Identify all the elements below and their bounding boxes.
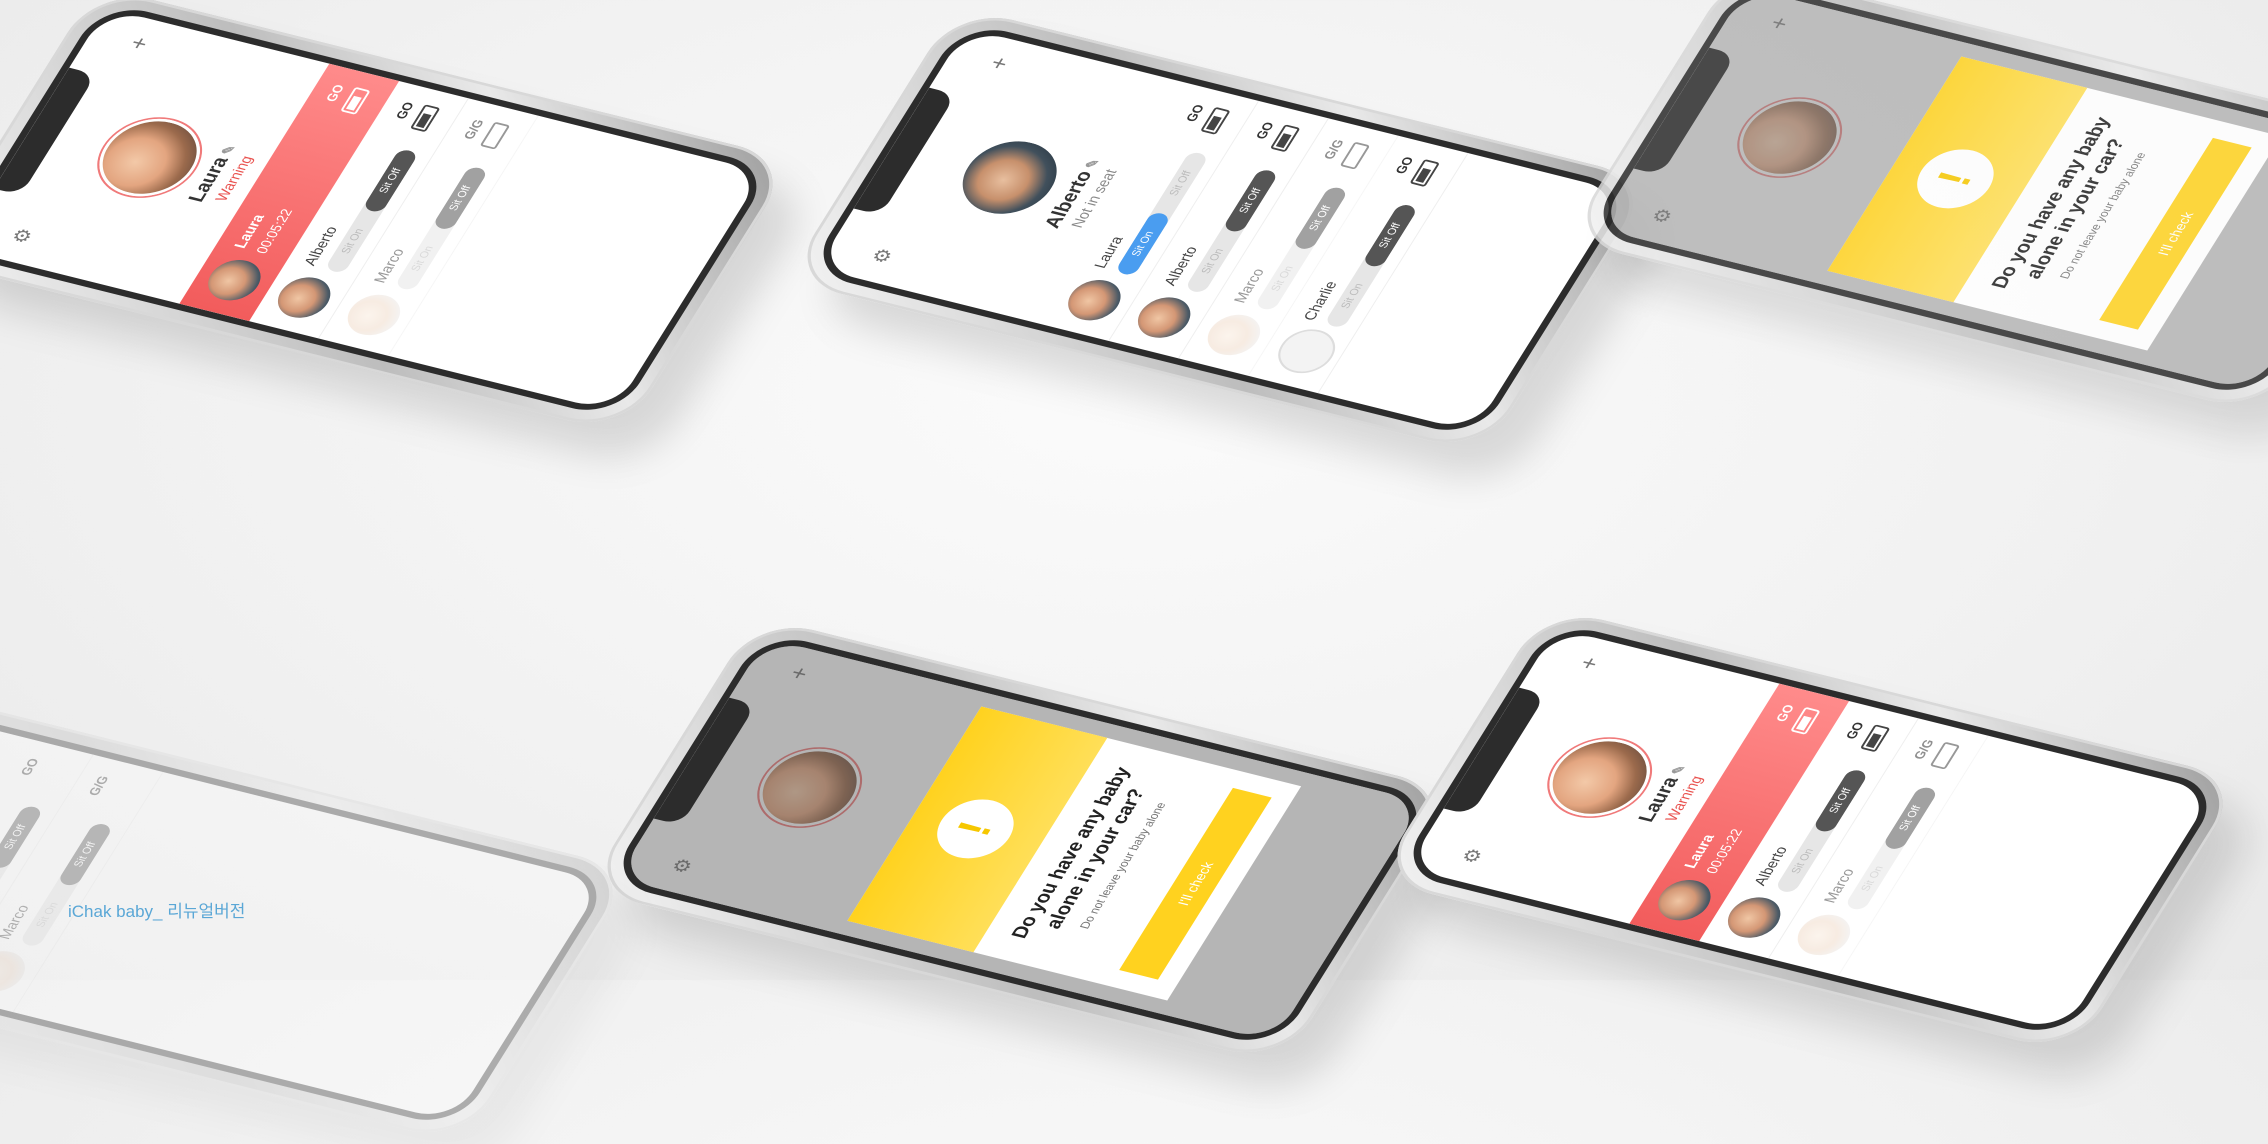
phone-screen: ⚙ + Laura✎ Warning Laura 00:05:22 GO Alb… <box>0 0 774 420</box>
signal-label: GO <box>392 100 418 121</box>
mockup-scene: ⚙ + Laura✎ Warning Laura 00:05:22 GO Alb… <box>0 0 2268 1144</box>
phone-screen: ⚙ + Laura✎ Warning Laura 00:05:22 GO Alb… <box>1396 620 2224 1040</box>
phone-modal-top-right: ⚙ + ! Do you have any baby alone in your… <box>1565 0 2268 414</box>
plus-icon[interactable]: + <box>123 34 157 52</box>
avatar <box>338 289 410 341</box>
warning-badge-icon: ! <box>923 792 1027 866</box>
phone-screen: ⚙ + ! Do you have any baby alone in your… <box>606 630 1434 1050</box>
sit-off-label: Sit Off <box>56 821 114 888</box>
avatar <box>1718 892 1790 943</box>
gear-icon[interactable]: ⚙ <box>1456 846 1489 866</box>
caption: iChak baby_ 리뉴얼버전 <box>68 902 246 921</box>
warning-badge-icon: ! <box>1903 142 2007 216</box>
avatar <box>1059 275 1130 326</box>
pen-icon[interactable]: ✎ <box>218 143 239 156</box>
signal-label: GO <box>322 83 348 104</box>
phone-laura-bottom-right: ⚙ + Laura✎ Warning Laura 00:05:22 GO Alb… <box>1375 606 2245 1054</box>
signal-label: GO <box>1252 120 1278 141</box>
avatar <box>0 946 35 997</box>
gear-icon[interactable]: ⚙ <box>6 226 39 246</box>
signal-label: G/G <box>460 117 487 141</box>
avatar <box>268 272 340 323</box>
gear-icon[interactable]: ⚙ <box>866 246 899 266</box>
sit-off-label: Sit Off <box>431 165 489 231</box>
signal-label: G/G <box>85 774 112 798</box>
signal-label: GO <box>1772 703 1798 724</box>
phone-modal-bottom-center: ⚙ + ! Do you have any baby alone in your… <box>585 616 1455 1064</box>
avatar <box>1128 292 1200 343</box>
sit-off-label: Sit Off <box>1361 203 1419 269</box>
phone-alberto-top-center: ⚙ + Alberto✎ Not in seat Laura Sit On Sit… <box>785 6 1655 454</box>
signal-label: GO <box>17 756 43 777</box>
seat-list: Alberto Sit OnSit Off GO Marco Sit OnSit… <box>0 737 164 1013</box>
phone-laura-top-left: ⚙ + Laura✎ Warning Laura 00:05:22 GO Alb… <box>0 0 795 434</box>
plus-icon[interactable]: + <box>983 54 1017 72</box>
avatar <box>199 255 270 306</box>
signal-label: GO <box>1182 103 1208 124</box>
pen-icon[interactable]: ✎ <box>1082 157 1103 170</box>
signal-label: GO <box>1842 720 1868 741</box>
avatar <box>1198 309 1270 361</box>
avatar <box>1649 875 1720 926</box>
avatar <box>1788 909 1860 961</box>
signal-label: G/G <box>1910 737 1937 761</box>
pen-icon[interactable]: ✎ <box>1668 763 1689 776</box>
phone-screen: ⚙ + ! Do you have any baby alone in your… <box>1586 0 2268 400</box>
plus-icon[interactable]: + <box>1573 654 1607 672</box>
signal-label: G/G <box>1320 137 1347 161</box>
sit-off-label: Sit Off <box>1881 785 1939 851</box>
smiley-avatar-icon <box>1268 324 1345 379</box>
signal-label: GO <box>1392 155 1417 176</box>
phone-screen: ⚙ + Alberto✎ Not in seat Laura Sit On Sit… <box>806 20 1634 440</box>
